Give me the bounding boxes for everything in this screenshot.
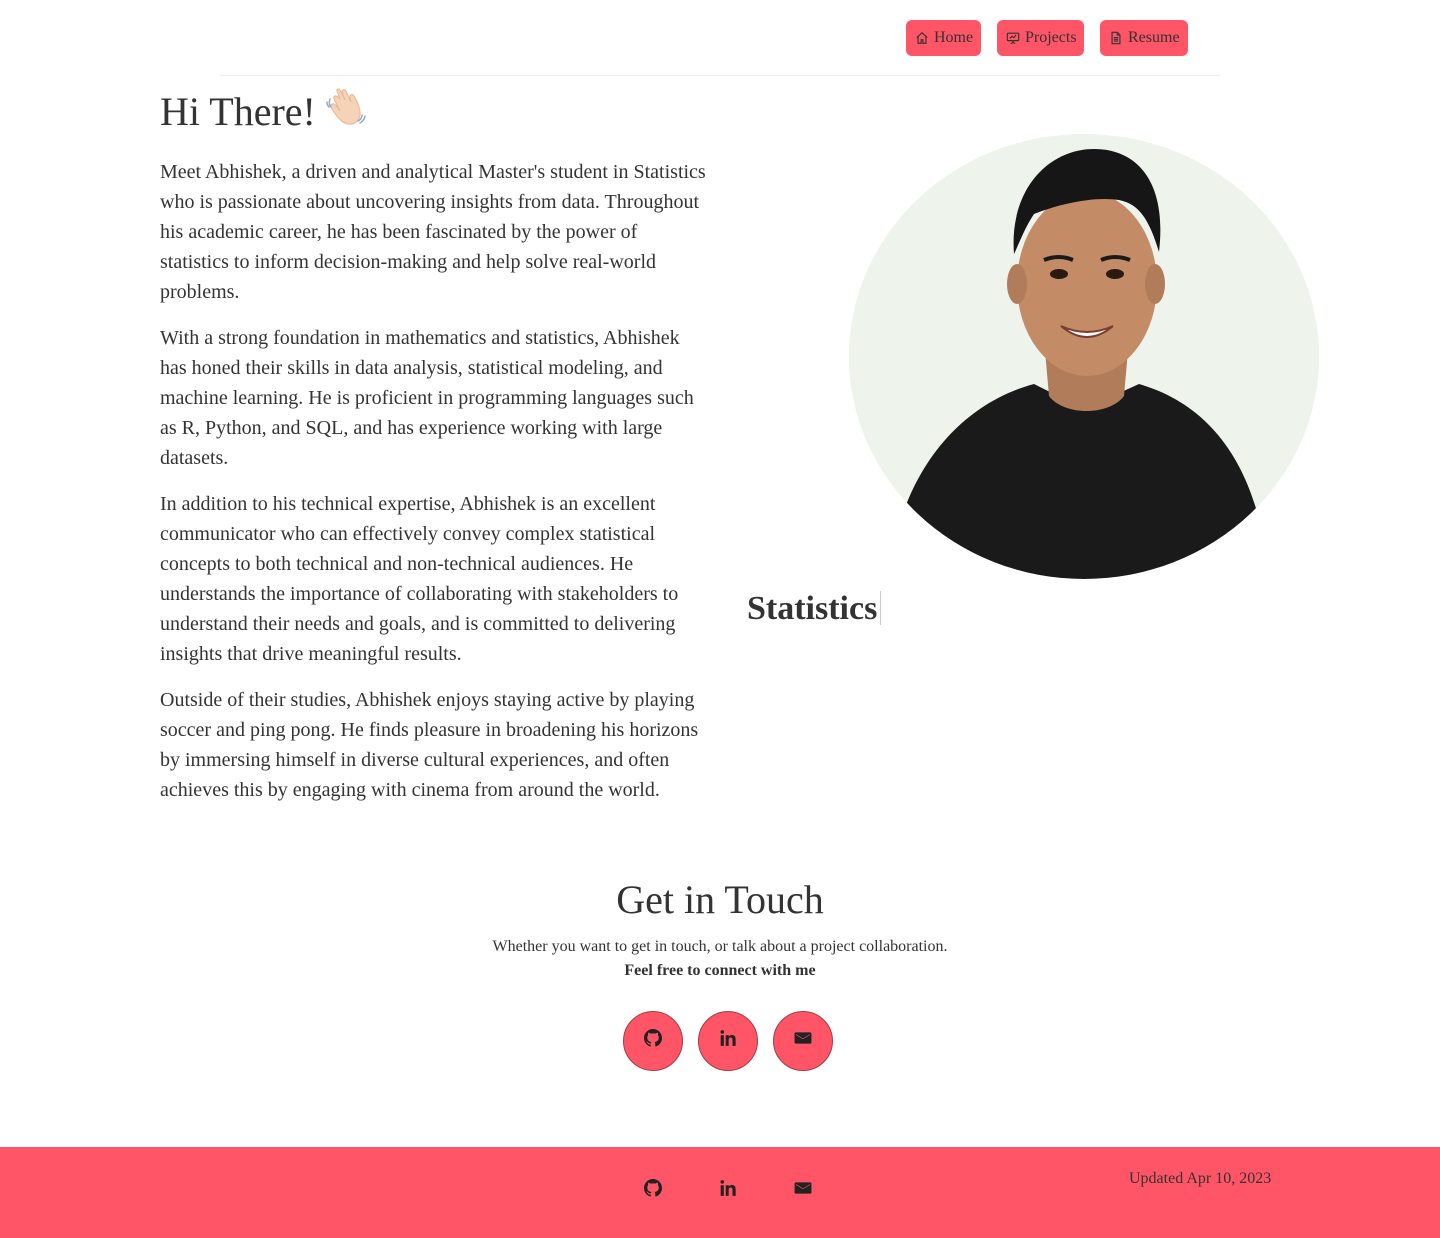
presentation-icon	[1006, 32, 1020, 45]
linkedin-button[interactable]	[698, 1011, 758, 1071]
nav-home-button[interactable]: Home	[906, 20, 981, 56]
nav-resume-label: Resume	[1128, 29, 1180, 46]
bio-paragraph: Meet Abhishek, a driven and analytical M…	[160, 161, 706, 303]
nav-home-label: Home	[934, 29, 974, 46]
contact-title: Get in Touch	[616, 877, 824, 922]
top-nav: Home Projects Resume	[0, 0, 1440, 76]
linkedin-icon	[720, 1030, 736, 1046]
bio-paragraph: With a strong foundation in mathematics …	[160, 327, 694, 469]
typed-word: Statistics	[747, 590, 878, 627]
page-title-text: Hi There!	[160, 89, 316, 134]
profile-photo	[849, 134, 1319, 579]
text-cursor	[880, 591, 882, 625]
linkedin-icon	[720, 1180, 736, 1196]
document-icon	[1111, 31, 1121, 45]
footer-email-link[interactable]	[794, 1179, 812, 1197]
nav-resume-button[interactable]: Resume	[1100, 20, 1188, 56]
github-icon	[644, 1029, 662, 1047]
github-icon	[644, 1179, 662, 1197]
bio-paragraph: In addition to his technical expertise, …	[160, 493, 679, 665]
bio-paragraph: Outside of their studies, Abhishek enjoy…	[160, 689, 699, 801]
home-icon	[916, 31, 928, 44]
contact-subtitle: Whether you want to get in touch, or tal…	[492, 938, 948, 955]
last-updated-text: Updated Apr 10, 2023	[1129, 1170, 1272, 1187]
page-title: Hi There!	[160, 84, 370, 140]
footer: Updated Apr 10, 2023	[0, 1147, 1440, 1238]
contact-cta: Feel free to connect with me	[624, 962, 816, 979]
waving-hand-icon	[322, 85, 370, 133]
social-links	[0, 1011, 1440, 1071]
mail-icon	[794, 1032, 812, 1044]
email-button[interactable]	[773, 1011, 833, 1071]
footer-github-link[interactable]	[644, 1179, 662, 1197]
footer-linkedin-link[interactable]	[719, 1179, 737, 1197]
nav-projects-label: Projects	[1025, 29, 1077, 46]
bio-section: Meet Abhishek, a driven and analytical M…	[160, 157, 710, 821]
github-button[interactable]	[623, 1011, 683, 1071]
contact-section: Get in Touch Whether you want to get in …	[0, 872, 1440, 983]
mail-icon	[794, 1182, 812, 1194]
nav-projects-button[interactable]: Projects	[997, 20, 1084, 56]
typed-role-text: Statistics	[747, 586, 882, 632]
nav-divider	[220, 75, 1220, 76]
